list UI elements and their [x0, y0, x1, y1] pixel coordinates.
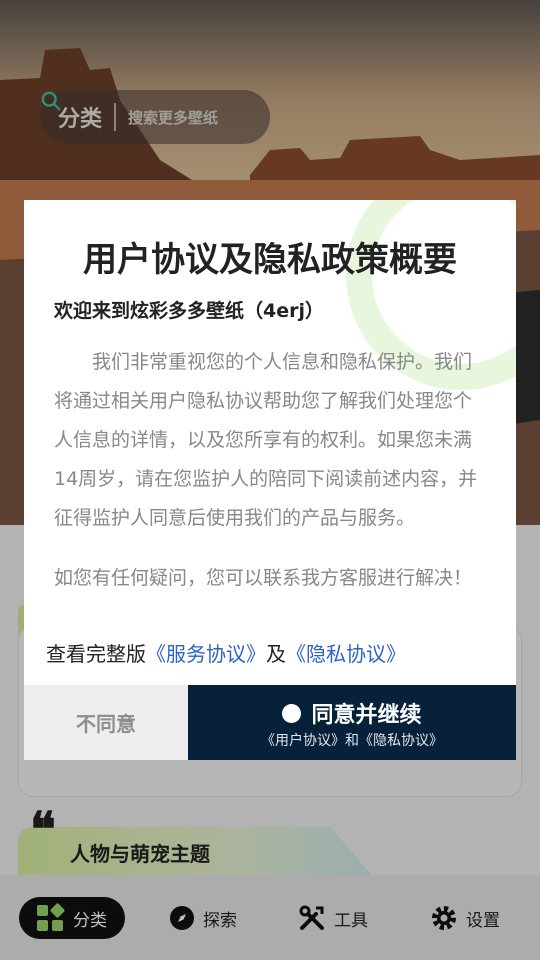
- links-and: 及: [266, 642, 286, 666]
- agree-label: 同意并继续: [311, 702, 422, 727]
- privacy-agreement-link[interactable]: 《隐私协议》: [286, 642, 406, 666]
- agree-button[interactable]: 同意并继续 《用户协议》和《隐私协议》: [188, 685, 516, 760]
- links-prefix: 查看完整版: [46, 642, 146, 666]
- agree-main: 同意并继续: [188, 697, 516, 729]
- disagree-button[interactable]: 不同意: [24, 685, 188, 760]
- dialog-title: 用户协议及隐私政策概要: [83, 240, 457, 280]
- dialog-contact: 如您有任何疑问，您可以联系我方客服进行解决！: [54, 567, 473, 589]
- dialog-body[interactable]: 我们非常重视您的个人信息和隐私保护。我们将通过相关用户隐私协议帮助您了解我们处理…: [54, 343, 486, 548]
- privacy-dialog: 用户协议及隐私政策概要 欢迎来到炫彩多多壁纸（4erj） 我们非常重视您的个人信…: [24, 200, 516, 760]
- agree-subtitle: 《用户协议》和《隐私协议》: [261, 732, 443, 748]
- service-agreement-link[interactable]: 《服务协议》: [146, 642, 266, 666]
- dialog-welcome: 欢迎来到炫彩多多壁纸（4erj）: [54, 300, 324, 322]
- agreement-links: 查看完整版《服务协议》及《隐私协议》: [46, 638, 406, 667]
- agree-dot-icon: [282, 703, 302, 723]
